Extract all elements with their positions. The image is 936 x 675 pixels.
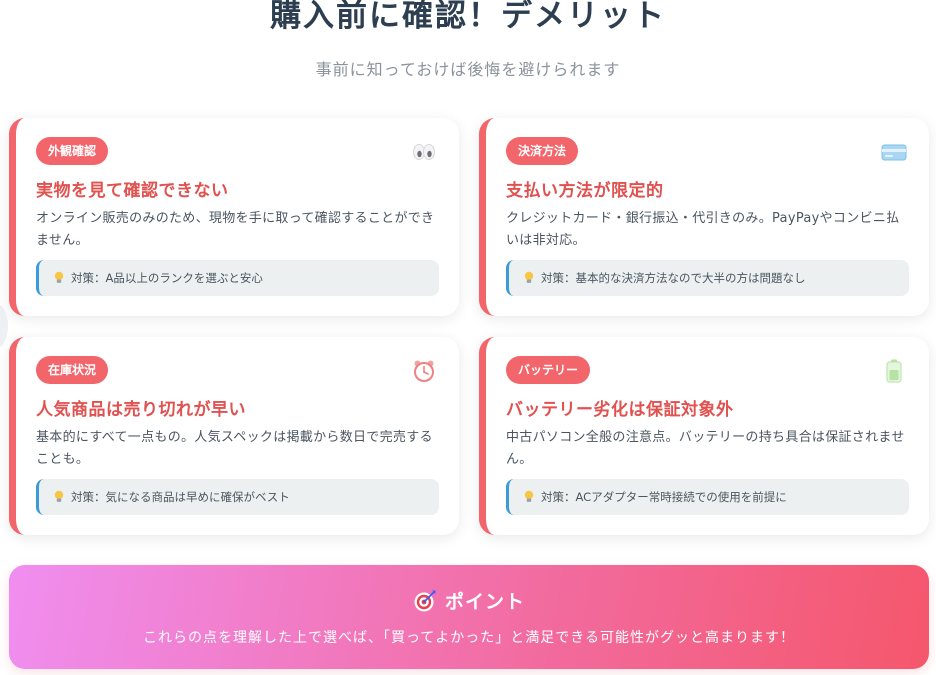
- light-bulb-icon: [524, 271, 534, 283]
- credit-card-icon: [881, 144, 907, 161]
- demerit-card-payment: 決済方法 支払い方法が限定的 クレジットカード・銀行振込・代引きのみ。PayPa…: [479, 118, 929, 316]
- battery-icon: [886, 359, 902, 383]
- card-description: 基本的にすべて一点もの。人気スペックは掲載から数日で完売することも。: [36, 430, 433, 467]
- card-title: 実物を見て確認できない: [36, 181, 229, 201]
- card-tag: バッテリー: [506, 356, 591, 384]
- tip-text: 対策：気になる商品は早めに確保がベスト: [71, 490, 290, 504]
- tip-box: 対策：A品以上のランクを選ぶと安心: [36, 260, 439, 296]
- demerit-card-stock: 在庫状況 人気商品は売り切れが早い 基本的にすべて一点もの。人気スペックは掲載か…: [9, 337, 459, 535]
- card-tag: 在庫状況: [36, 356, 109, 384]
- eyes-icon: [413, 144, 435, 160]
- card-title: 人気商品は売り切れが早い: [36, 400, 246, 420]
- light-bulb-icon: [54, 490, 64, 502]
- tip-text: 対策：A品以上のランクを選ぶと安心: [71, 271, 263, 285]
- tip-box: 対策：ACアダプター常時接続での使用を前提に: [506, 479, 909, 515]
- card-description: 中古パソコン全般の注意点。バッテリーの持ち具合は保証されません。: [506, 430, 905, 467]
- point-banner: ポイント これらの点を理解した上で選べば、「買ってよかった」と満足できる可能性が…: [9, 565, 929, 669]
- tip-box: 対策：気になる商品は早めに確保がベスト: [36, 479, 439, 515]
- demerit-card-battery: バッテリー バッテリー劣化は保証対象外 中古パソコン全般の注意点。バッテリーの持…: [479, 337, 929, 535]
- tip-box: 対策：基本的な決済方法なので大半の方は問題なし: [506, 260, 909, 296]
- tip-text: 対策：ACアダプター常時接続での使用を前提に: [541, 490, 787, 504]
- alarm-clock-icon: [414, 360, 434, 382]
- card-tag: 決済方法: [506, 137, 579, 165]
- point-heading: ポイント: [9, 587, 929, 614]
- target-icon: [414, 590, 436, 611]
- card-description: オンライン販売のみのため、現物を手に取って確認することができません。: [36, 211, 435, 248]
- point-text: これらの点を理解した上で選べば、「買ってよかった」と満足できる可能性がグッと高ま…: [142, 630, 796, 646]
- card-title: 支払い方法が限定的: [506, 181, 664, 201]
- card-title: バッテリー劣化は保証対象外: [506, 400, 734, 420]
- page-subtitle: 事前に知っておけば後悔を避けられます: [315, 60, 621, 79]
- page-title: 購入前に確認！デメリット: [270, 0, 666, 34]
- tip-text: 対策：基本的な決済方法なので大半の方は問題なし: [541, 271, 806, 285]
- demerit-card-appearance: 外観確認 実物を見て確認できない オンライン販売のみのため、現物を手に取って確認…: [9, 118, 459, 316]
- page: 購入前に確認！デメリット 事前に知っておけば後悔を避けられます 外観確認 実物を…: [0, 0, 936, 675]
- light-bulb-icon: [54, 271, 64, 283]
- point-title: ポイント: [444, 591, 525, 613]
- light-bulb-icon: [524, 490, 534, 502]
- left-decoration: [0, 304, 8, 348]
- card-description: クレジットカード・銀行振込・代引きのみ。PayPayやコンビニ払いは非対応。: [506, 211, 900, 248]
- card-tag: 外観確認: [36, 137, 109, 165]
